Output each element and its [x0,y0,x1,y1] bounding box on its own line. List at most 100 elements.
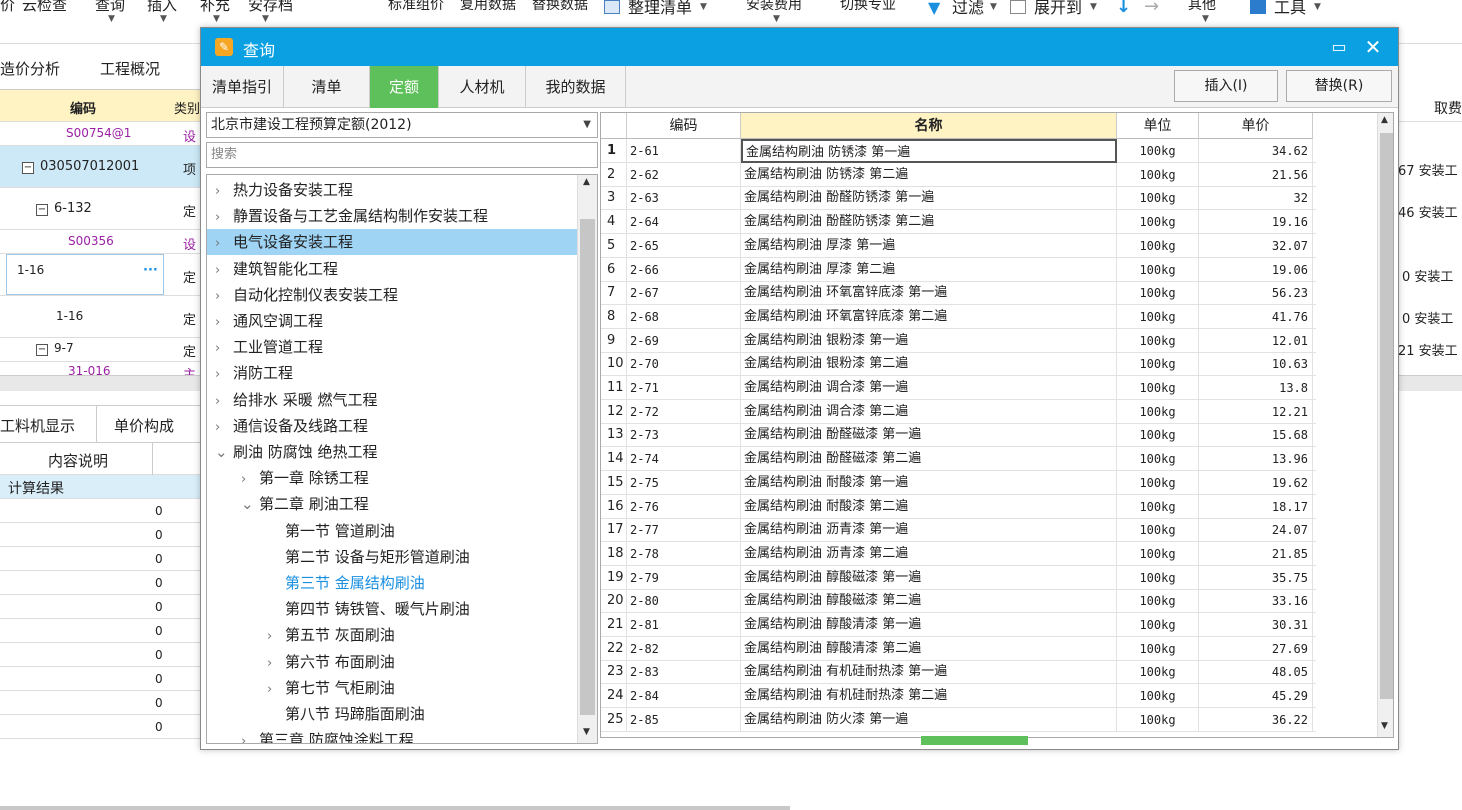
table-row[interactable]: 25 2-85 金属结构刷油 防火漆 第一遍 100kg 36.22 [601,707,1316,732]
chevron-right-icon[interactable]: › [215,310,229,336]
table-row[interactable]: 24 2-84 金属结构刷油 有机硅耐热漆 第二遍 100kg 45.29 [601,684,1316,709]
scroll-down-icon[interactable]: ▼ [583,727,590,737]
grid-header-name[interactable]: 名称 [741,113,1117,139]
result-row[interactable]: 0 [0,667,200,691]
tree-item[interactable]: 第八节 玛蹄脂面刷油 [207,701,577,727]
table-row[interactable]: 14 2-74 金属结构刷油 酚醛磁漆 第二遍 100kg 13.96 [601,447,1316,472]
tree-item[interactable]: 第一节 管道刷油 [207,518,577,544]
tab-bill[interactable]: 清单 [284,66,370,108]
table-row[interactable]: S00754@1 设 [0,122,200,146]
tree-item[interactable]: ⌄ 第二章 刷油工程 [207,491,577,517]
table-row[interactable]: 5 2-65 金属结构刷油 厚漆 第一遍 100kg 32.07 [601,233,1316,258]
table-row[interactable]: 23 2-83 金属结构刷油 有机硅耐热漆 第一遍 100kg 48.05 [601,660,1316,685]
grid-header-code[interactable]: 编码 [627,113,741,139]
toolbar-switch-major[interactable]: 切换专业 [840,0,896,14]
toolbar-install-fee[interactable]: 安装费用 [746,0,802,14]
tree-item[interactable]: › 建筑智能化工程 [207,256,577,282]
toolbar-replace-data[interactable]: 替换数据 [532,0,588,14]
result-row[interactable]: 0 [0,571,200,595]
toolbar-save-archive[interactable]: 安存档 [248,0,293,15]
arrow-right-icon[interactable]: → [1144,0,1159,17]
toolbar-standard-pricing[interactable]: 标准组价 [388,0,444,14]
chevron-down-icon[interactable]: ⌄ [241,491,255,517]
table-row[interactable]: 1-16 定 [0,296,200,338]
chevron-right-icon[interactable]: › [215,336,229,362]
quota-library-select[interactable]: 北京市建设工程预算定额(2012) ▼ [206,112,598,138]
result-row[interactable]: 0 [0,643,200,667]
result-row[interactable]: 0 [0,619,200,643]
chevron-right-icon[interactable]: › [215,362,229,388]
table-row[interactable]: 17 2-77 金属结构刷油 沥青漆 第一遍 100kg 24.07 [601,518,1316,543]
chevron-right-icon[interactable]: › [215,284,229,310]
table-row[interactable]: −9-7 定 [0,338,200,362]
grid-header-price[interactable]: 单价 [1199,113,1313,139]
table-row[interactable]: 16 2-76 金属结构刷油 耐酸漆 第二遍 100kg 18.17 [601,494,1316,519]
tab-labor-material-machine[interactable]: 人材机 [439,66,526,108]
tree-item[interactable]: › 通信设备及线路工程 [207,413,577,439]
toolbar-insert[interactable]: 插入 [147,0,177,15]
table-row[interactable]: 1-16 ··· 定 [0,254,200,296]
toolbar-supplement[interactable]: 补充 [200,0,230,15]
chevron-right-icon[interactable]: › [241,467,255,493]
collapse-icon[interactable]: − [36,344,48,356]
scroll-down-icon[interactable]: ▼ [1381,721,1388,731]
table-row[interactable]: 4 2-64 金属结构刷油 酚醛防锈漆 第二遍 100kg 19.16 [601,210,1316,235]
table-row[interactable]: 7 2-67 金属结构刷油 环氧富锌底漆 第一遍 100kg 56.23 [601,281,1316,306]
tree-item[interactable]: ⌄ 刷油 防腐蚀 绝热工程 [207,439,577,465]
chevron-right-icon[interactable]: › [267,624,281,650]
dialog-title-bar[interactable]: ✎ 查询 ▭ ✕ [201,28,1398,66]
tab-cost-analysis[interactable]: 造价分析 [0,58,60,79]
table-row[interactable]: 20 2-80 金属结构刷油 醇酸磁漆 第二遍 100kg 33.16 [601,589,1316,614]
toolbar-reuse-data[interactable]: 复用数据 [460,0,516,14]
toolbar-organize-list[interactable]: 整理清单 [628,0,692,18]
scroll-up-icon[interactable]: ▲ [1381,115,1388,125]
table-row[interactable]: 6 2-66 金属结构刷油 厚漆 第二遍 100kg 19.06 [601,257,1316,282]
tab-labor-material-display[interactable]: 工料机显示 [0,415,75,436]
table-row[interactable]: −030507012001 项 [0,146,200,188]
grid-header-unit[interactable]: 单位 [1117,113,1199,139]
collapse-icon[interactable]: − [36,204,48,216]
tree-item[interactable]: › 静置设备与工艺金属结构制作安装工程 [207,203,577,229]
more-icon[interactable]: ··· [143,263,158,278]
chevron-right-icon[interactable]: › [215,205,229,231]
toolbar-cloud-check[interactable]: 云检查 [22,0,67,15]
chevron-right-icon[interactable]: › [241,729,255,743]
tree-item[interactable]: › 第三章 防腐蚀涂料工程 [207,727,577,743]
tree-item[interactable]: 第三节 金属结构刷油 [207,570,577,596]
table-row[interactable]: 21 2-81 金属结构刷油 醇酸清漆 第一遍 100kg 30.31 [601,613,1316,637]
scroll-thumb[interactable] [1380,133,1393,699]
chevron-right-icon[interactable]: › [215,415,229,441]
maximize-button[interactable]: ▭ [1326,34,1352,60]
tree-item[interactable]: › 通风空调工程 [207,308,577,334]
table-row[interactable]: 8 2-68 金属结构刷油 环氧富锌底漆 第二遍 100kg 41.76 [601,304,1316,329]
tree-item[interactable]: › 第七节 气柜刷油 [207,675,577,701]
search-input[interactable]: 搜索 [206,142,598,168]
chevron-right-icon[interactable]: › [215,258,229,284]
chevron-down-icon[interactable]: ⌄ [215,439,229,465]
result-row[interactable]: 0 [0,499,200,523]
tree-item[interactable]: 第二节 设备与矩形管道刷油 [207,544,577,570]
grid-scrollbar[interactable]: ▲ ▼ [1377,113,1393,737]
tab-project-overview[interactable]: 工程概况 [100,58,160,79]
table-row[interactable]: 12 2-72 金属结构刷油 调合漆 第二遍 100kg 12.21 [601,399,1316,424]
toolbar-tools[interactable]: 工具 [1274,0,1306,18]
bottom-scrollbar[interactable] [0,806,790,810]
table-row[interactable]: 10 2-70 金属结构刷油 银粉漆 第二遍 100kg 10.63 [601,352,1316,377]
table-row[interactable]: 3 2-63 金属结构刷油 酚醛防锈漆 第一遍 100kg 32 [601,186,1316,211]
table-row[interactable]: 2 2-62 金属结构刷油 防锈漆 第二遍 100kg 21.56 [601,162,1316,187]
table-row[interactable]: −6-132 定 [0,188,200,230]
collapse-icon[interactable]: − [22,162,34,174]
result-row[interactable]: 0 [0,715,200,739]
table-row[interactable]: 11 2-71 金属结构刷油 调合漆 第一遍 100kg 13.8 [601,376,1316,400]
insert-button[interactable]: 插入(I) [1174,70,1278,102]
scroll-up-icon[interactable]: ▲ [583,177,590,187]
table-row[interactable]: 31-016 主 [0,362,200,375]
tree-item[interactable]: › 自动化控制仪表安装工程 [207,282,577,308]
toolbar-query[interactable]: 查询 [95,0,125,15]
arrow-down-icon[interactable]: ↓ [1116,0,1131,17]
result-row[interactable]: 0 [0,691,200,715]
collapse-handle[interactable]: ⌃ [921,732,1028,745]
result-row[interactable]: 0 [0,547,200,571]
tree-item[interactable]: › 第一章 除锈工程 [207,465,577,491]
chevron-right-icon[interactable]: › [267,677,281,703]
